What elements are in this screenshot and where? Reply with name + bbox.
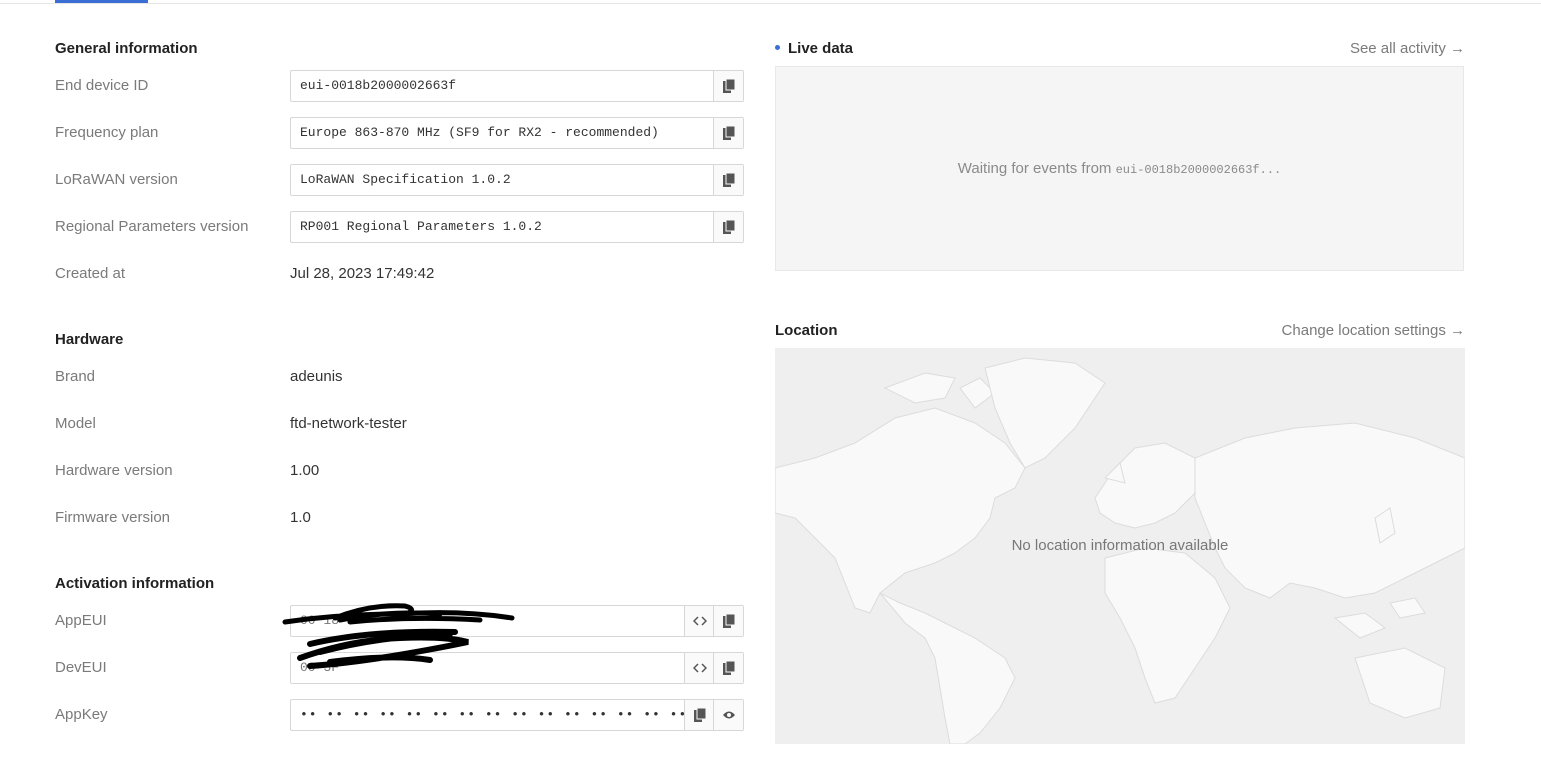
see-all-activity-link[interactable]: See all activity → (1350, 40, 1465, 57)
copy-button[interactable] (713, 71, 743, 101)
live-data-title: Live data (775, 40, 853, 57)
location-map[interactable]: No location information available (775, 348, 1465, 744)
deveui-value[interactable]: 00 3F (300, 660, 339, 675)
tab-bar-border (0, 3, 1541, 4)
regional-parameters-label: Regional Parameters version (55, 218, 249, 235)
copy-icon (722, 126, 735, 140)
code-toggle-icon (692, 663, 707, 673)
frequency-plan-row: Frequency plan Europe 863-870 MHz (SF9 f… (55, 117, 745, 149)
waiting-prefix: Waiting for events from (957, 160, 1116, 177)
waiting-suffix: ... (1259, 163, 1282, 177)
created-at-row: Created at Jul 28, 2023 17:49:42 (55, 258, 745, 290)
copy-icon (693, 708, 706, 722)
lorawan-version-value[interactable]: LoRaWAN Specification 1.0.2 (300, 172, 511, 187)
hardware-version-value: 1.00 (290, 462, 320, 479)
model-row: Model ftd-network-tester (55, 408, 745, 440)
copy-icon (722, 173, 735, 187)
copy-button[interactable] (713, 212, 743, 242)
appeui-field[interactable]: 00 18 (290, 605, 744, 637)
created-at-value: Jul 28, 2023 17:49:42 (290, 265, 435, 282)
copy-button[interactable] (713, 165, 743, 195)
end-device-id-row: End device ID eui-0018b2000002663f (55, 70, 745, 102)
frequency-plan-value[interactable]: Europe 863-870 MHz (SF9 for RX2 - recomm… (300, 125, 659, 140)
frequency-plan-label: Frequency plan (55, 124, 159, 141)
hardware-title: Hardware (55, 331, 124, 348)
deveui-field[interactable]: 00 3F (290, 652, 744, 684)
frequency-plan-field[interactable]: Europe 863-870 MHz (SF9 for RX2 - recomm… (290, 117, 744, 149)
copy-button[interactable] (713, 653, 743, 683)
brand-label: Brand (55, 368, 96, 385)
deveui-row: DevEUI 00 3F (55, 652, 745, 684)
live-data-title-text: Live data (788, 40, 854, 57)
live-data-waiting-message: Waiting for events from eui-0018b2000002… (776, 160, 1463, 177)
no-location-message: No location information available (1011, 537, 1229, 554)
hardware-version-row: Hardware version 1.00 (55, 455, 745, 487)
copy-icon (722, 614, 735, 628)
appeui-row: AppEUI 00 18 (55, 605, 745, 637)
copy-icon (722, 79, 735, 93)
code-toggle-icon (692, 616, 707, 626)
appkey-value[interactable]: •• •• •• •• •• •• •• •• •• •• •• •• •• •… (300, 707, 714, 722)
appeui-value[interactable]: 00 18 (300, 613, 339, 628)
end-device-id-label: End device ID (55, 77, 149, 94)
toggle-byte-order-button[interactable] (684, 606, 714, 636)
toggle-byte-order-button[interactable] (684, 653, 714, 683)
copy-button[interactable] (684, 700, 714, 730)
eye-icon (722, 711, 735, 719)
hardware-version-label: Hardware version (55, 462, 173, 479)
change-location-settings-link[interactable]: Change location settings → (1282, 322, 1465, 339)
general-information-title: General information (55, 40, 198, 57)
firmware-version-label: Firmware version (55, 509, 171, 526)
copy-button[interactable] (713, 606, 743, 636)
brand-value: adeunis (290, 368, 343, 385)
model-value: ftd-network-tester (290, 415, 407, 432)
end-device-id-value[interactable]: eui-0018b2000002663f (300, 78, 456, 93)
lorawan-version-label: LoRaWAN version (55, 171, 178, 188)
active-tab-indicator (55, 0, 148, 3)
appeui-label: AppEUI (55, 612, 107, 629)
deveui-label: DevEUI (55, 659, 107, 676)
model-label: Model (55, 415, 96, 432)
lorawan-version-field[interactable]: LoRaWAN Specification 1.0.2 (290, 164, 744, 196)
copy-icon (722, 220, 735, 234)
copy-icon (722, 661, 735, 675)
live-data-panel: Waiting for events from eui-0018b2000002… (775, 66, 1464, 271)
appkey-field[interactable]: •• •• •• •• •• •• •• •• •• •• •• •• •• •… (290, 699, 744, 731)
firmware-version-row: Firmware version 1.0 (55, 502, 745, 534)
created-at-label: Created at (55, 265, 126, 282)
location-title: Location (775, 322, 838, 339)
firmware-version-value: 1.0 (290, 509, 311, 526)
lorawan-version-row: LoRaWAN version LoRaWAN Specification 1.… (55, 164, 745, 196)
appkey-label: AppKey (55, 706, 108, 723)
end-device-id-field[interactable]: eui-0018b2000002663f (290, 70, 744, 102)
brand-row: Brand adeunis (55, 361, 745, 393)
copy-button[interactable] (713, 118, 743, 148)
regional-parameters-row: Regional Parameters version RP001 Region… (55, 211, 745, 243)
live-indicator-dot (775, 44, 780, 50)
show-key-button[interactable] (713, 700, 743, 730)
regional-parameters-field[interactable]: RP001 Regional Parameters 1.0.2 (290, 211, 744, 243)
regional-parameters-value[interactable]: RP001 Regional Parameters 1.0.2 (300, 219, 542, 234)
appkey-row: AppKey •• •• •• •• •• •• •• •• •• •• •• … (55, 699, 745, 731)
waiting-device-id: eui-0018b2000002663f (1115, 163, 1260, 177)
activation-information-title: Activation information (55, 575, 215, 592)
